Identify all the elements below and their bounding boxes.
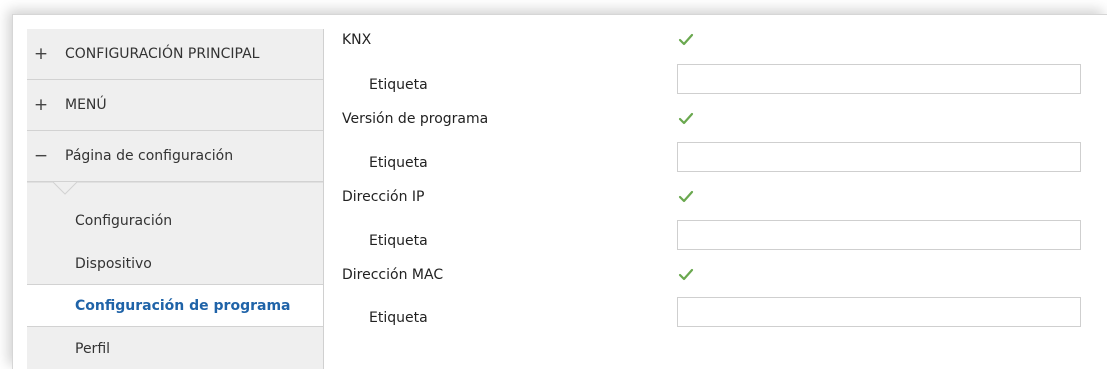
ip-tag-input[interactable]	[677, 220, 1081, 250]
sidebar-group-label: CONFIGURACIÓN PRINCIPAL	[65, 46, 260, 62]
sidebar-item-dispositivo[interactable]: Dispositivo	[27, 244, 323, 284]
expand-icon: +	[33, 44, 49, 64]
tag-label: Etiqueta	[369, 233, 428, 249]
checkmark-icon	[678, 190, 694, 203]
setting-row-ip-tag: Etiqueta	[325, 220, 1107, 250]
ip-checkbox[interactable]	[677, 188, 695, 206]
mac-tag-input[interactable]	[677, 297, 1081, 327]
checkmark-icon	[678, 112, 694, 125]
tag-label: Etiqueta	[369, 310, 428, 326]
tag-label: Etiqueta	[369, 77, 428, 93]
settings-panel: KNX Etiqueta Versión de programa Etiquet…	[325, 29, 1107, 369]
sidebar-group-label: MENÚ	[65, 97, 107, 113]
setting-label: KNX	[342, 32, 372, 48]
setting-row-version: Versión de programa	[325, 108, 1107, 138]
sidebar-group-pagina-configuracion[interactable]: − Página de configuración	[27, 131, 323, 182]
mac-checkbox[interactable]	[677, 266, 695, 284]
sidebar-group-menu[interactable]: + MENÚ	[27, 80, 323, 131]
version-tag-input[interactable]	[677, 142, 1081, 172]
sidebar-group-label: Página de configuración	[65, 148, 234, 164]
setting-row-version-tag: Etiqueta	[325, 142, 1107, 172]
sidebar-item-perfil[interactable]: Perfil	[27, 329, 323, 369]
knx-checkbox[interactable]	[677, 31, 695, 49]
setting-label: Versión de programa	[342, 111, 489, 127]
setting-row-mac-tag: Etiqueta	[325, 297, 1107, 327]
setting-row-knx-tag: Etiqueta	[325, 64, 1107, 94]
version-checkbox[interactable]	[677, 110, 695, 128]
expand-icon: +	[33, 95, 49, 115]
setting-label: Dirección IP	[342, 189, 425, 205]
setting-row-mac: Dirección MAC	[325, 264, 1107, 294]
sidebar: + CONFIGURACIÓN PRINCIPAL + MENÚ − Págin…	[27, 29, 324, 369]
setting-row-ip: Dirección IP	[325, 186, 1107, 216]
sidebar-item-configuracion[interactable]: Configuración	[27, 201, 323, 241]
collapse-icon: −	[33, 146, 49, 166]
tag-label: Etiqueta	[369, 155, 428, 171]
knx-tag-input[interactable]	[677, 64, 1081, 94]
setting-row-knx: KNX	[325, 29, 1107, 59]
sidebar-item-configuracion-programa[interactable]: Configuración de programa	[27, 284, 323, 327]
sidebar-group-configuracion-principal[interactable]: + CONFIGURACIÓN PRINCIPAL	[27, 29, 323, 80]
checkmark-icon	[678, 268, 694, 281]
setting-label: Dirección MAC	[342, 267, 444, 283]
checkmark-icon	[678, 33, 694, 46]
